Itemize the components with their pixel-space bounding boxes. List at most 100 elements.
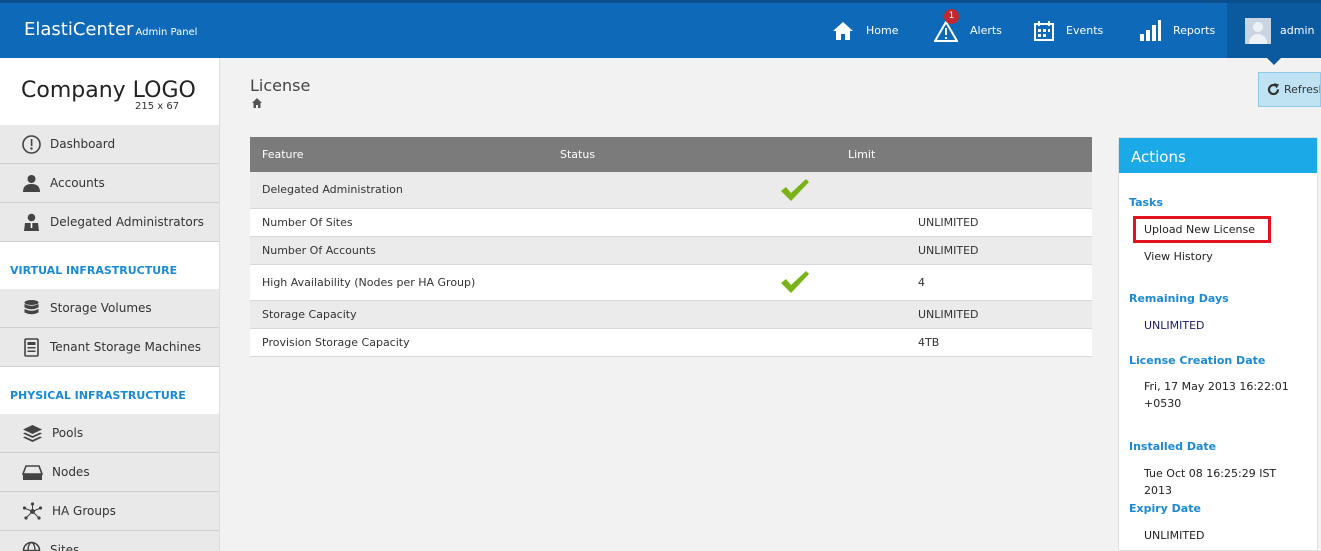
checkmark-icon <box>781 178 809 201</box>
sidebar-item-sites[interactable]: Sites <box>0 531 219 551</box>
tasks-label: Tasks <box>1129 196 1163 209</box>
view-history-link[interactable]: View History <box>1144 250 1213 263</box>
limit-cell <box>781 172 1092 209</box>
bar-chart-icon <box>1140 19 1161 41</box>
checkmark-icon <box>781 271 809 293</box>
breadcrumb-home-icon[interactable] <box>252 98 262 108</box>
brand-name: ElastiCenter <box>24 19 134 40</box>
status-check-wrap <box>779 237 811 263</box>
sidebar-item-label: Sites <box>50 543 80 551</box>
limit-value: UNLIMITED <box>918 307 979 321</box>
avatar <box>1245 17 1271 44</box>
nav-reports-label: Reports <box>1173 24 1216 37</box>
column-header-limit: Limit <box>836 137 1092 172</box>
remaining-days-value: UNLIMITED <box>1144 319 1205 332</box>
feature-cell: Provision Storage Capacity <box>250 328 548 357</box>
expiry-date-value: UNLIMITED <box>1144 529 1205 542</box>
database-icon <box>24 299 39 314</box>
dashboard-icon <box>22 134 41 154</box>
column-header-status: Status <box>548 137 836 172</box>
actions-panel: Actions Tasks Upload New License View Hi… <box>1118 137 1318 551</box>
status-check-wrap <box>779 301 811 327</box>
user-name: admin <box>1280 24 1315 37</box>
status-check-wrap <box>779 269 811 295</box>
limit-value: 4 <box>918 275 925 289</box>
refresh-label: Refresh <box>1284 83 1320 96</box>
limit-value: UNLIMITED <box>918 215 979 229</box>
home-icon <box>833 21 853 40</box>
nav-home-label: Home <box>866 24 899 37</box>
layers-icon <box>23 424 42 442</box>
sidebar-item-nodes[interactable]: Nodes <box>0 453 219 492</box>
sidebar: Company LOGO 215 x 67 Dashboard Accounts… <box>0 58 220 551</box>
feature-cell: Number Of Accounts <box>250 236 548 265</box>
sidebar-item-tenant-storage-machines[interactable]: Tenant Storage Machines <box>0 328 219 367</box>
table-row: Number Of Accounts UNLIMITED <box>250 236 1092 265</box>
caret-down-icon <box>1267 58 1281 65</box>
logo-size: 215 x 67 <box>135 101 180 112</box>
user-icon <box>23 174 40 192</box>
nav-alerts[interactable]: 1 Alerts <box>934 3 1002 58</box>
section-physical-infrastructure: PHYSICAL INFRASTRUCTURE <box>0 367 219 414</box>
calendar-icon <box>1034 20 1054 41</box>
table-row: High Availability (Nodes per HA Group) 4 <box>250 264 1092 301</box>
nav-home[interactable]: Home <box>832 3 898 58</box>
brand[interactable]: ElastiCenter Admin Panel <box>24 19 197 40</box>
globe-icon <box>22 541 41 551</box>
limit-cell: 4TB <box>836 328 1092 357</box>
section-virtual-infrastructure: VIRTUAL INFRASTRUCTURE <box>0 242 219 289</box>
user-menu[interactable]: admin <box>1227 3 1321 65</box>
table-row: Number Of Sites UNLIMITED <box>250 208 1092 237</box>
sidebar-item-label: Nodes <box>52 465 90 479</box>
network-icon <box>22 501 43 520</box>
refresh-icon <box>1267 83 1280 96</box>
limit-value: 4TB <box>918 335 940 349</box>
license-table: Feature Status Limit Delegated Administr… <box>250 137 1092 357</box>
feature-cell: Delegated Administration <box>250 172 548 209</box>
sidebar-item-delegated-administrators[interactable]: Delegated Administrators <box>0 203 219 242</box>
column-header-feature: Feature <box>250 137 548 172</box>
sidebar-item-label: Delegated Administrators <box>50 215 204 229</box>
sidebar-item-label: Accounts <box>50 176 105 190</box>
expiry-date-label: Expiry Date <box>1129 502 1201 515</box>
limit-cell: UNLIMITED <box>836 208 1092 237</box>
sidebar-item-label: Dashboard <box>50 137 116 151</box>
logo-text: Company LOGO <box>21 78 196 103</box>
nav-events-label: Events <box>1066 24 1104 37</box>
brand-subtitle: Admin Panel <box>135 27 198 38</box>
server-icon <box>22 464 43 480</box>
page-title: License <box>250 76 311 95</box>
nav-reports[interactable]: Reports <box>1139 3 1215 58</box>
upload-new-license-link[interactable]: Upload New License <box>1144 223 1255 236</box>
license-creation-date-label: License Creation Date <box>1129 354 1266 367</box>
actions-title: Actions <box>1119 138 1317 173</box>
table-row: Delegated Administration <box>250 172 1092 209</box>
sidebar-item-ha-groups[interactable]: HA Groups <box>0 492 219 531</box>
table-header-row: Feature Status Limit <box>250 137 1092 172</box>
table-row: Provision Storage Capacity 4TB <box>250 328 1092 357</box>
top-bar: ElastiCenter Admin Panel Home 1 Alerts Ev… <box>0 0 1321 65</box>
admin-icon <box>24 213 39 231</box>
limit-value: UNLIMITED <box>918 243 979 257</box>
sidebar-item-storage-volumes[interactable]: Storage Volumes <box>0 289 219 328</box>
remaining-days-label: Remaining Days <box>1129 292 1229 305</box>
limit-cell: UNLIMITED <box>836 236 1092 265</box>
sidebar-item-label: HA Groups <box>52 504 116 518</box>
installed-date-value: Tue Oct 08 16:25:29 IST 2013 <box>1144 467 1277 497</box>
license-creation-date-value: Fri, 17 May 2013 16:22:01 +0530 <box>1144 380 1289 410</box>
sidebar-item-pools[interactable]: Pools <box>0 414 219 453</box>
machine-icon <box>24 337 39 357</box>
nav-events[interactable]: Events <box>1034 3 1103 58</box>
sidebar-item-label: Storage Volumes <box>50 301 152 315</box>
feature-cell: High Availability (Nodes per HA Group) <box>250 264 548 301</box>
sidebar-item-dashboard[interactable]: Dashboard <box>0 125 219 164</box>
sidebar-item-label: Tenant Storage Machines <box>50 340 202 354</box>
nav-alerts-label: Alerts <box>970 24 1002 37</box>
sidebar-item-label: Pools <box>52 426 84 440</box>
limit-cell: 4 <box>781 264 1092 301</box>
feature-cell: Storage Capacity <box>250 300 548 329</box>
company-logo: Company LOGO 215 x 67 <box>0 58 219 125</box>
refresh-button[interactable]: Refresh <box>1258 72 1321 107</box>
sidebar-item-accounts[interactable]: Accounts <box>0 164 219 203</box>
feature-cell: Number Of Sites <box>250 208 548 237</box>
